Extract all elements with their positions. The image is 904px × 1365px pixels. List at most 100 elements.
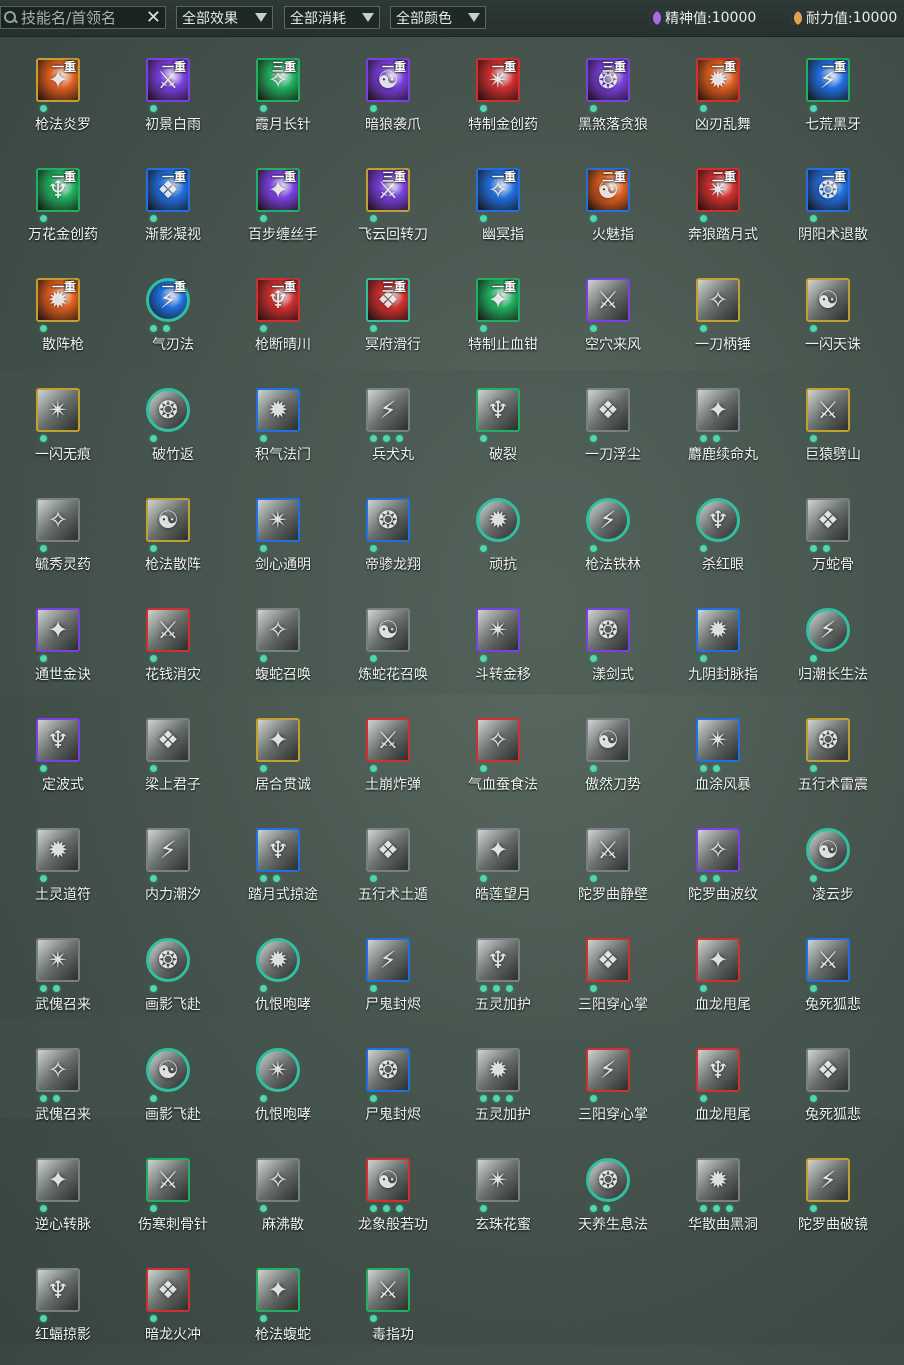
skill-card[interactable]: ✹ 仇恨咆哮 — [220, 930, 330, 1035]
color-filter-dropdown[interactable]: 全部颜色 — [390, 6, 486, 29]
skill-icon[interactable]: ⚔ — [806, 938, 850, 982]
skill-card[interactable]: ✦ 血龙甩尾 — [660, 930, 770, 1035]
skill-icon[interactable]: ♆ — [36, 1268, 80, 1312]
skill-card[interactable]: ✴ 武傀召来 — [0, 930, 110, 1035]
skill-icon[interactable]: ✴ — [696, 718, 740, 762]
skill-card[interactable]: ⚔ 陀罗曲静壁 — [550, 820, 660, 925]
skill-card[interactable]: ♆ 破裂 — [440, 380, 550, 485]
skill-card[interactable]: ✴ 剑心通明 — [220, 490, 330, 595]
skill-card[interactable]: ✧ 陀罗曲波纹 — [660, 820, 770, 925]
skill-card[interactable]: ⚡ 三阳穿心掌 — [550, 1040, 660, 1145]
skill-icon[interactable]: ✦ — [256, 1268, 300, 1312]
skill-icon[interactable]: ⚡ — [586, 498, 630, 542]
skill-icon[interactable]: ✦ — [36, 1158, 80, 1202]
skill-card[interactable]: ✧ 蝮蛇召唤 — [220, 600, 330, 705]
skill-card[interactable]: ❂ 帝骖龙翔 — [330, 490, 440, 595]
skill-icon[interactable]: ❖ — [146, 718, 190, 762]
skill-card[interactable]: ✧ 气血蚕食法 — [440, 710, 550, 815]
skill-card[interactable]: ♆ 血龙甩尾 — [660, 1040, 770, 1145]
skill-icon[interactable]: ✹ — [696, 608, 740, 652]
skill-icon[interactable]: ❂ — [586, 608, 630, 652]
skill-card[interactable]: ✹ 一重 散阵枪 — [0, 270, 110, 375]
skill-card[interactable]: ❖ 三重 冥府滑行 — [330, 270, 440, 375]
skill-card[interactable]: ✹ 五灵加护 — [440, 1040, 550, 1145]
skill-card[interactable]: ⚡ 尸鬼封烬 — [330, 930, 440, 1035]
clear-search-button[interactable]: ✕ — [146, 7, 161, 28]
skill-icon[interactable]: ✦ — [476, 828, 520, 872]
skill-card[interactable]: ✧ 麻沸散 — [220, 1150, 330, 1255]
skill-card[interactable]: ⚡ 归潮长生法 — [770, 600, 880, 705]
skill-icon[interactable]: ✧ — [36, 498, 80, 542]
skill-icon[interactable]: ❖ — [366, 828, 410, 872]
skill-icon[interactable]: ♆ — [36, 718, 80, 762]
skill-card[interactable]: ☯ 枪法散阵 — [110, 490, 220, 595]
skill-icon[interactable]: ❂ — [366, 498, 410, 542]
skill-card[interactable]: ❂ 一重 阴阳术退散 — [770, 160, 880, 265]
skill-icon[interactable]: ✴ — [256, 1048, 300, 1092]
skill-card[interactable]: ✦ 逆心转脉 — [0, 1150, 110, 1255]
skill-icon[interactable]: ❖ — [586, 388, 630, 432]
skill-card[interactable]: ✴ 斗转金移 — [440, 600, 550, 705]
skill-card[interactable]: ☯ 一重 暗狼袭爪 — [330, 50, 440, 155]
skill-icon[interactable]: ✧ — [256, 608, 300, 652]
skill-card[interactable]: ☯ 凌云步 — [770, 820, 880, 925]
skill-card[interactable]: ⚡ 一重 气刃法 — [110, 270, 220, 375]
skill-icon[interactable]: ☯ — [366, 608, 410, 652]
skill-icon[interactable]: ⚡ — [366, 938, 410, 982]
skill-card[interactable]: ✦ 麝鹿续命丸 — [660, 380, 770, 485]
skill-card[interactable]: ✦ 一重 百步缠丝手 — [220, 160, 330, 265]
skill-card[interactable]: ⚔ 一重 初景白雨 — [110, 50, 220, 155]
skill-card[interactable]: ⚔ 巨猿劈山 — [770, 380, 880, 485]
skill-icon[interactable]: ✴ — [476, 1158, 520, 1202]
skill-card[interactable]: ⚡ 内力潮汐 — [110, 820, 220, 925]
skill-card[interactable]: ❖ 五行术土遁 — [330, 820, 440, 925]
skill-card[interactable]: ⚡ 兵犬丸 — [330, 380, 440, 485]
skill-icon[interactable]: ♆ — [476, 388, 520, 432]
skill-card[interactable]: ♆ 五灵加护 — [440, 930, 550, 1035]
skill-card[interactable]: ☯ 一闪天诛 — [770, 270, 880, 375]
skill-icon[interactable]: ✦ — [696, 388, 740, 432]
skill-icon[interactable]: ✦ — [696, 938, 740, 982]
skill-icon[interactable]: ⚡ — [366, 388, 410, 432]
skill-card[interactable]: ✧ 毓秀灵药 — [0, 490, 110, 595]
skill-card[interactable]: ♆ 踏月式掠途 — [220, 820, 330, 925]
skill-icon[interactable]: ✴ — [476, 608, 520, 652]
skill-card[interactable]: ☯ 炼蛇花召唤 — [330, 600, 440, 705]
skill-card[interactable]: ❖ 暗龙火冲 — [110, 1260, 220, 1365]
skill-card[interactable]: ♆ 红蝠掠影 — [0, 1260, 110, 1365]
skill-card[interactable]: ⚡ 枪法铁林 — [550, 490, 660, 595]
skill-icon[interactable]: ❂ — [146, 938, 190, 982]
skill-card[interactable]: ❂ 五行术雷震 — [770, 710, 880, 815]
skill-card[interactable]: ❂ 破竹返 — [110, 380, 220, 485]
skill-card[interactable]: ⚔ 空穴来风 — [550, 270, 660, 375]
skill-icon[interactable]: ⚔ — [146, 608, 190, 652]
skill-icon[interactable]: ♆ — [256, 828, 300, 872]
skill-icon[interactable]: ⚡ — [806, 1158, 850, 1202]
skill-icon[interactable]: ❖ — [586, 938, 630, 982]
skill-card[interactable]: ⚔ 毒指功 — [330, 1260, 440, 1365]
skill-icon[interactable]: ♆ — [696, 498, 740, 542]
skill-card[interactable]: ❂ 尸鬼封烬 — [330, 1040, 440, 1145]
skill-icon[interactable]: ✧ — [476, 718, 520, 762]
skill-card[interactable]: ⚡ 陀罗曲破镜 — [770, 1150, 880, 1255]
skill-card[interactable]: ♆ 杀红眼 — [660, 490, 770, 595]
skill-icon[interactable]: ⚔ — [366, 718, 410, 762]
skill-icon[interactable]: ♆ — [696, 1048, 740, 1092]
skill-icon[interactable]: ✴ — [36, 938, 80, 982]
skill-icon[interactable]: ☯ — [806, 828, 850, 872]
skill-card[interactable]: ✧ 一重 幽冥指 — [440, 160, 550, 265]
skill-icon[interactable]: ⚡ — [146, 828, 190, 872]
skill-card[interactable]: ❂ 天养生息法 — [550, 1150, 660, 1255]
skill-icon[interactable]: ✧ — [256, 1158, 300, 1202]
skill-card[interactable]: ☯ 傲然刀势 — [550, 710, 660, 815]
skill-icon[interactable]: ⚔ — [586, 278, 630, 322]
skill-icon[interactable]: ☯ — [586, 718, 630, 762]
skill-card[interactable]: ✦ 通世金诀 — [0, 600, 110, 705]
skill-icon[interactable]: ✹ — [256, 388, 300, 432]
skill-icon[interactable]: ✧ — [696, 278, 740, 322]
skill-icon[interactable]: ☯ — [806, 278, 850, 322]
skill-card[interactable]: ⚔ 土崩炸弹 — [330, 710, 440, 815]
skill-card[interactable]: ✧ 三重 霞月长针 — [220, 50, 330, 155]
skill-card[interactable]: ⚔ 伤寒刺骨针 — [110, 1150, 220, 1255]
skill-card[interactable]: ⚔ 花钱消灾 — [110, 600, 220, 705]
